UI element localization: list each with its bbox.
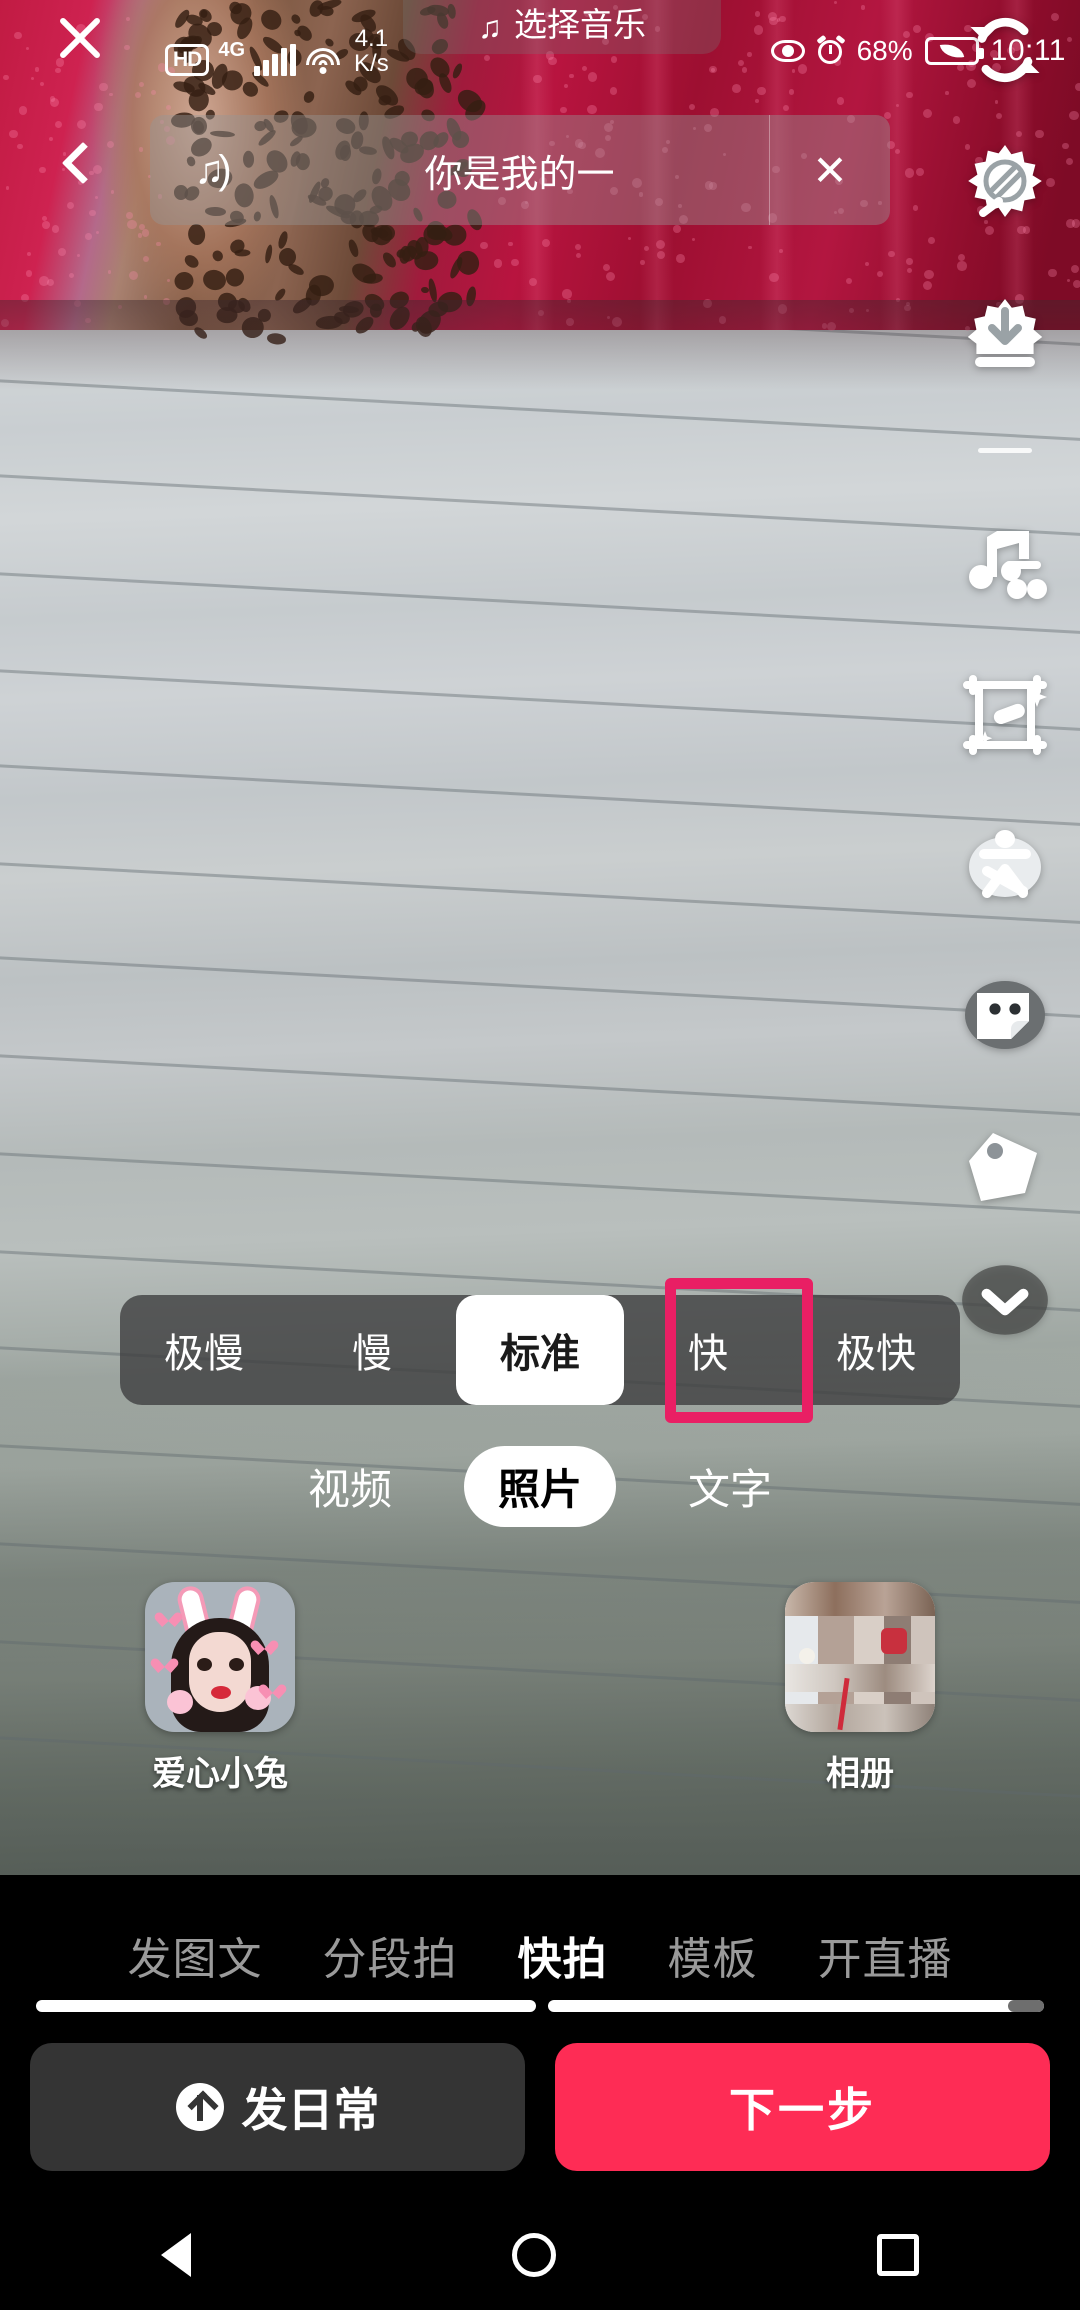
next-step-button[interactable]: 下一步 — [555, 2043, 1050, 2171]
scroll-segment-right — [548, 2000, 1044, 2012]
sticker-icon[interactable] — [930, 940, 1080, 1090]
speed-option-2[interactable]: 标准 — [456, 1295, 624, 1405]
effect-button[interactable]: 爱心小兔 — [110, 1582, 330, 1795]
toolbar-divider — [930, 410, 1080, 490]
mode-tab-photo[interactable]: 照片 — [463, 1445, 616, 1527]
select-music-button[interactable]: ♫ 选择音乐 — [403, 0, 721, 54]
flash-off-icon[interactable] — [930, 110, 1080, 260]
speed-option-4[interactable]: 极快 — [792, 1295, 960, 1405]
music-note-icon: ♫) — [194, 147, 231, 192]
beauty-save-icon[interactable] — [930, 260, 1080, 410]
scroll-segment-left — [36, 2000, 536, 2012]
nav-home-icon[interactable] — [511, 2233, 556, 2277]
camera-controls-row: 爱心小兔 相册 — [0, 1582, 1080, 1832]
music-title-label: 你是我的一 — [424, 153, 615, 196]
effect-thumbnail[interactable] — [145, 1582, 295, 1732]
music-title-bar[interactable]: ♫) 你是我的一 ✕ — [150, 115, 890, 225]
upload-arrow-icon — [175, 2083, 224, 2131]
flip-camera-icon[interactable] — [930, 0, 1080, 110]
music-note-icon: ♫ — [478, 9, 502, 45]
nav-item-kuaipai[interactable]: 快拍 — [488, 1923, 638, 1987]
post-daily-button[interactable]: 发日常 — [30, 2043, 525, 2171]
nav-item-moban[interactable]: 模板 — [638, 1923, 788, 1987]
floor-shadow — [0, 300, 1080, 390]
speed-option-3[interactable]: 快 — [624, 1295, 792, 1405]
capture-mode-tabs[interactable]: 视频 照片 文字 — [0, 1443, 1080, 1529]
album-thumbnail[interactable] — [785, 1582, 935, 1732]
right-toolbar — [930, 0, 1080, 1360]
speed-selector[interactable]: 极慢 慢 标准 快 极快 — [120, 1295, 960, 1405]
bunny-effect-art — [145, 1582, 295, 1732]
album-label: 相册 — [826, 1755, 894, 1793]
nav-item-zhibo[interactable]: 开直播 — [788, 1923, 983, 1987]
album-button[interactable]: 相册 — [750, 1582, 970, 1795]
action-buttons-row: 发日常 下一步 — [0, 2032, 1080, 2182]
nav-back-icon[interactable] — [160, 2233, 191, 2277]
back-button[interactable] — [46, 130, 116, 210]
speed-option-1[interactable]: 慢 — [288, 1295, 456, 1405]
android-navigation-bar[interactable] — [0, 2200, 1080, 2310]
remove-music-icon[interactable]: ✕ — [770, 146, 890, 195]
app-screen: HD 4G 4.1 K/s 68% 10:11 ♫ 选择音乐 ♫) 你是我的一 … — [0, 0, 1080, 2310]
scroll-indicator[interactable] — [0, 2000, 1080, 2014]
bottom-mode-nav[interactable]: 发图文 分段拍 快拍 模板 开直播 — [0, 1895, 1080, 2015]
next-step-label: 下一步 — [729, 2084, 876, 2136]
effect-label: 爱心小兔 — [152, 1755, 288, 1793]
nav-item-fenduan[interactable]: 分段拍 — [293, 1923, 488, 1987]
mode-tab-video[interactable]: 视频 — [284, 1446, 416, 1527]
post-daily-label: 发日常 — [241, 2084, 380, 2136]
album-thumbnail-art — [785, 1582, 935, 1732]
text-icon[interactable] — [930, 790, 1080, 940]
scroll-knob[interactable] — [1008, 2000, 1044, 2012]
nav-recents-icon[interactable] — [877, 2234, 920, 2276]
tag-icon[interactable] — [930, 1090, 1080, 1240]
nav-item-tuwen[interactable]: 发图文 — [98, 1923, 293, 1987]
select-music-label: 选择音乐 — [514, 6, 646, 43]
music-volume-icon[interactable] — [930, 490, 1080, 640]
speed-option-0[interactable]: 极慢 — [120, 1295, 288, 1405]
mode-tab-text[interactable]: 文字 — [664, 1446, 796, 1527]
close-icon[interactable] — [44, 2, 116, 74]
beautify-icon[interactable] — [930, 640, 1080, 790]
